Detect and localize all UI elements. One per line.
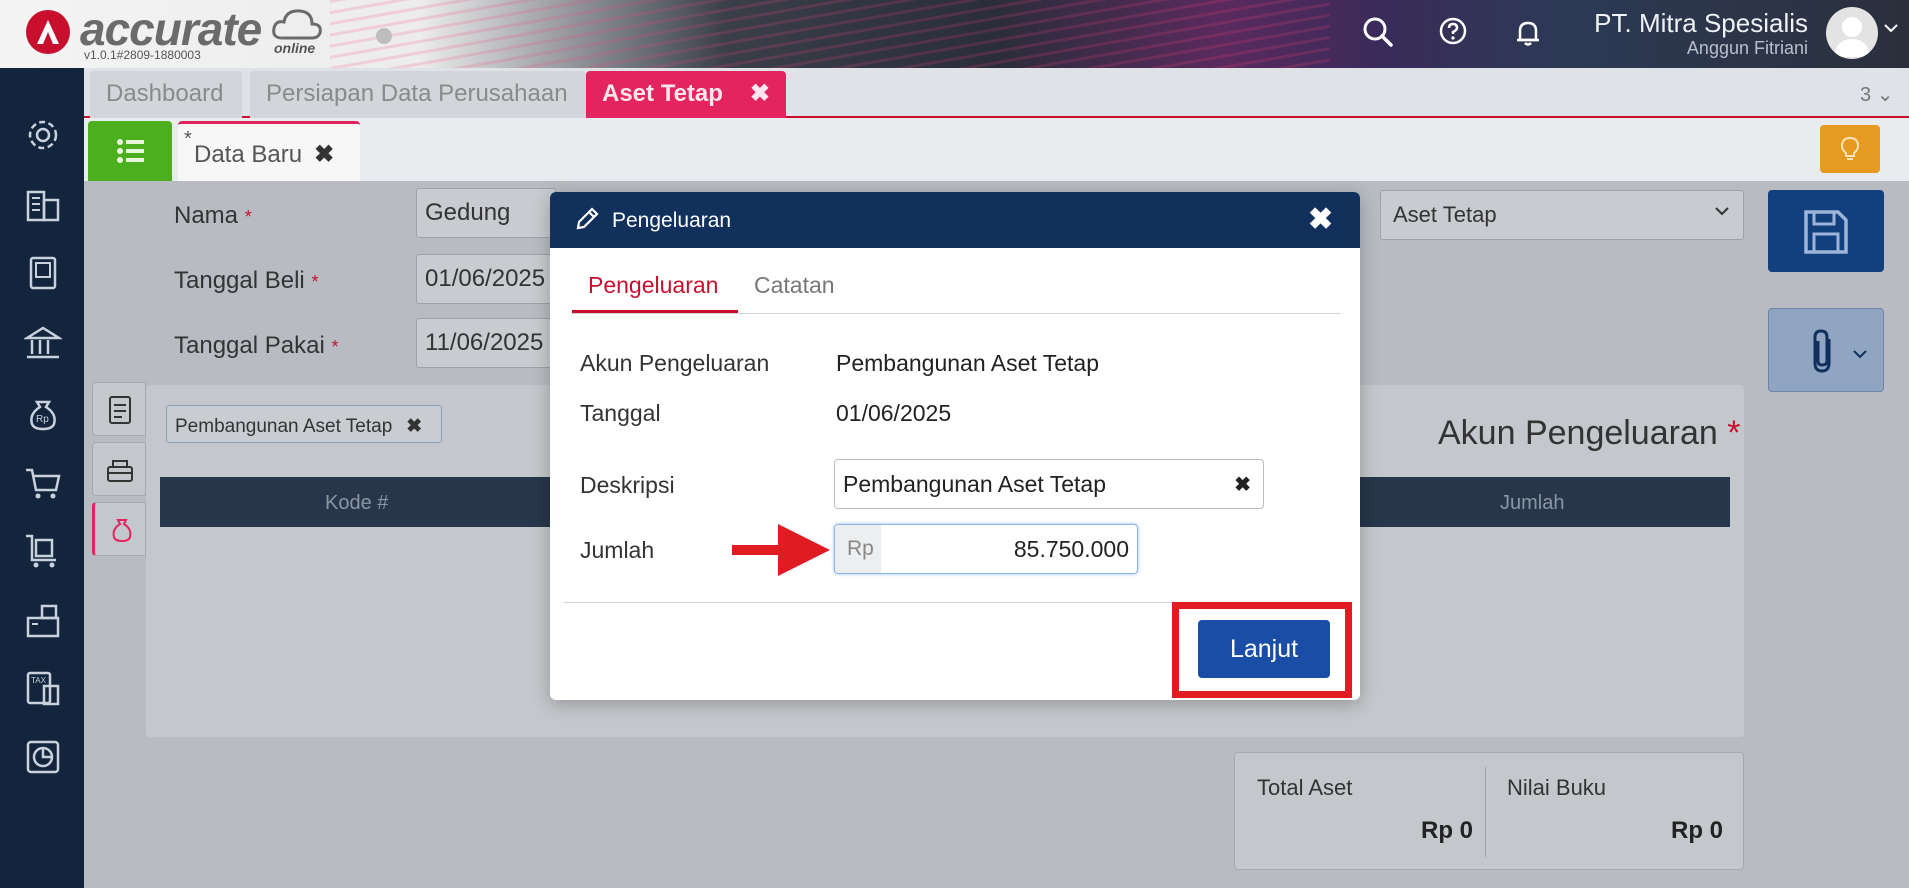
tanggal-pakai-input[interactable]: 11/06/2025 (416, 318, 556, 368)
active-tab-indicator (572, 310, 738, 313)
dialog-tabs: Pengeluaran Catatan (572, 248, 1340, 314)
deskripsi-input[interactable]: Pembangunan Aset Tetap ✖ (834, 459, 1264, 509)
total-aset-label: Total Aset (1257, 775, 1353, 800)
account-tag[interactable]: Pembangunan Aset Tetap ✖ (166, 405, 442, 443)
svg-text:TAX: TAX (31, 676, 47, 685)
kategori-select[interactable]: Aset Tetap (1380, 190, 1744, 240)
sales-cart-icon[interactable] (24, 532, 62, 570)
ledger-book-icon[interactable] (24, 254, 62, 292)
tab-label: Dashboard (106, 80, 224, 107)
money-bag-icon[interactable]: Rp (24, 394, 62, 432)
pengeluaran-dialog: Pengeluaran ✖ Pengeluaran Catatan Akun P… (550, 192, 1360, 700)
dialog-title: Pengeluaran (612, 209, 732, 232)
bank-icon[interactable] (22, 324, 64, 362)
tax-document-icon[interactable]: TAX (24, 670, 62, 708)
chevron-down-icon[interactable] (1884, 20, 1898, 38)
dialog-header: Pengeluaran ✖ (550, 192, 1360, 248)
lanjut-button[interactable]: Lanjut (1198, 620, 1330, 678)
detail-tab-expense-icon[interactable] (92, 502, 146, 556)
tab-label: Persiapan Data Perusahaan (266, 80, 568, 107)
required-mark: * (311, 272, 319, 292)
version-label: v1.0.1#2809-1880003 (84, 48, 201, 62)
nama-input[interactable]: Gedung (416, 188, 556, 238)
tanggal-beli-input[interactable]: 01/06/2025 (416, 254, 556, 304)
save-button[interactable] (1768, 190, 1884, 272)
tanggal-beli-label-text: Tanggal Beli (174, 267, 305, 294)
logo-sub: online (274, 40, 316, 56)
chevron-down-icon: ⌄ (1876, 84, 1894, 106)
company-name[interactable]: PT. Mitra Spesialis (1500, 8, 1808, 39)
account-tag-label: Pembangunan Aset Tetap (175, 416, 393, 437)
close-icon[interactable]: ✖ (314, 141, 334, 168)
deskripsi-value: Pembangunan Aset Tetap (843, 471, 1107, 497)
accurate-logo-icon[interactable] (26, 10, 70, 54)
list-view-button[interactable] (88, 121, 172, 181)
status-dot-icon (376, 28, 392, 44)
required-mark: * (331, 337, 339, 357)
help-icon[interactable] (1438, 16, 1468, 51)
clear-input-icon[interactable]: ✖ (1234, 472, 1251, 497)
tab-count-value: 3 (1860, 84, 1872, 106)
tanggal-pakai-label-text: Tanggal Pakai (174, 332, 325, 359)
nilai-buku-label: Nilai Buku (1507, 775, 1607, 800)
svg-text:Rp: Rp (36, 414, 49, 425)
akun-pengeluaran-label: Akun Pengeluaran (580, 350, 770, 376)
deskripsi-label: Deskripsi (580, 472, 675, 498)
nilai-buku-value: Rp 0 (1671, 817, 1724, 844)
chevron-down-icon (1715, 203, 1729, 221)
pencil-icon (574, 206, 600, 237)
akun-pengeluaran-value: Pembangunan Aset Tetap (836, 350, 1100, 376)
gear-icon[interactable] (24, 116, 62, 154)
nama-label-text: Nama (174, 202, 239, 229)
akun-title-text: Akun Pengeluaran (1438, 414, 1718, 452)
jumlah-value: 85.750.000 (1013, 536, 1129, 562)
avatar[interactable] (1826, 7, 1878, 59)
tab-count-dropdown[interactable]: 3 ⌄ (1860, 82, 1893, 107)
kategori-value: Aset Tetap (1393, 202, 1497, 227)
tanggal-label: Tanggal (580, 400, 661, 426)
tanggal-pakai-label: Tanggal Pakai * (174, 332, 338, 360)
detail-tab-asset-icon[interactable] (92, 442, 146, 496)
tab-pengeluaran[interactable]: Pengeluaran (588, 272, 718, 299)
tab-bar: Dashboard Persiapan Data Perusahaan Aset… (84, 68, 1909, 118)
user-name[interactable]: Anggun Fitriani (1500, 38, 1808, 59)
shopping-cart-icon[interactable] (24, 464, 62, 502)
subtab-data-baru[interactable]: * Data Baru ✖ (178, 121, 360, 181)
tanggal-value: 01/06/2025 (836, 400, 952, 426)
tab-label: Aset Tetap (602, 80, 723, 107)
currency-prefix: Rp (835, 525, 881, 573)
tab-aset-tetap[interactable]: Aset Tetap ✖ (586, 71, 786, 118)
akun-pengeluaran-title: Akun Pengeluaran * (1438, 414, 1740, 453)
sidebar: Rp TAX (0, 68, 84, 888)
column-header-jumlah[interactable]: Jumlah (1500, 492, 1564, 515)
subtab-label: Data Baru (194, 141, 303, 168)
nama-label: Nama * (174, 202, 252, 230)
tab-dashboard[interactable]: Dashboard (90, 71, 242, 118)
tips-button[interactable] (1820, 125, 1880, 173)
required-mark: * (1727, 414, 1741, 452)
required-mark: * (244, 207, 252, 227)
tab-catatan[interactable]: Catatan (754, 272, 835, 299)
report-chart-icon[interactable] (24, 738, 62, 776)
total-aset-value: Rp 0 (1421, 817, 1474, 844)
attachment-button[interactable] (1768, 308, 1884, 392)
close-dialog-icon[interactable]: ✖ (1308, 202, 1333, 237)
jumlah-label: Jumlah (580, 537, 655, 563)
company-building-icon[interactable] (24, 186, 62, 224)
tab-persiapan-data[interactable]: Persiapan Data Perusahaan (250, 71, 586, 118)
search-icon[interactable] (1362, 16, 1394, 53)
divider (1485, 767, 1486, 857)
totals-panel: Total Aset Rp 0 Nilai Buku Rp 0 (1234, 752, 1744, 870)
tanggal-beli-label: Tanggal Beli * (174, 267, 318, 295)
header-decoration (330, 0, 1330, 68)
unsaved-marker: * (184, 128, 192, 150)
remove-tag-icon[interactable]: ✖ (406, 416, 422, 437)
inventory-icon[interactable] (24, 602, 62, 640)
jumlah-input[interactable]: Rp 85.750.000 (834, 524, 1138, 574)
column-header-kode[interactable]: Kode # (325, 492, 388, 515)
detail-tab-document-icon[interactable] (92, 382, 146, 436)
close-tab-icon[interactable]: ✖ (750, 71, 770, 117)
red-arrow-annotation (732, 524, 830, 576)
